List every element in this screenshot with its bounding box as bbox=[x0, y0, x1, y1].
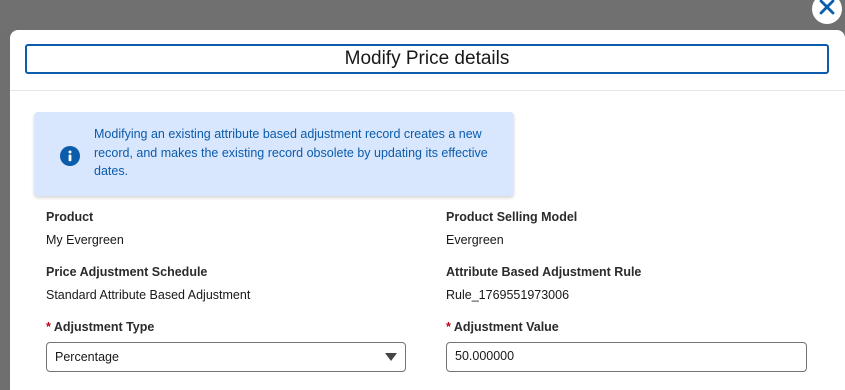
modify-price-modal: Modify Price details Modifying an existi… bbox=[10, 30, 845, 390]
attribute-based-adjustment-rule-label: Attribute Based Adjustment Rule bbox=[446, 265, 642, 279]
adjustment-type-label: * Adjustment Type bbox=[46, 320, 154, 334]
adjustment-value-input[interactable] bbox=[447, 343, 795, 369]
modal-header: Modify Price details bbox=[10, 30, 845, 91]
info-alert: Modifying an existing attribute based ad… bbox=[34, 112, 514, 196]
modal-title: Modify Price details bbox=[25, 44, 829, 74]
product-selling-model-value: Evergreen bbox=[446, 233, 504, 247]
chevron-down-icon bbox=[385, 353, 397, 361]
info-icon bbox=[60, 146, 80, 166]
required-marker: * bbox=[46, 320, 51, 334]
price-adjustment-schedule-label: Price Adjustment Schedule bbox=[46, 265, 208, 279]
adjustment-type-selected: Percentage bbox=[55, 350, 119, 364]
modal-backdrop bbox=[0, 0, 845, 30]
price-adjustment-schedule-value: Standard Attribute Based Adjustment bbox=[46, 288, 251, 302]
adjustment-value-label: * Adjustment Value bbox=[446, 320, 559, 334]
attribute-based-adjustment-rule-value: Rule_1769551973006 bbox=[446, 288, 570, 302]
info-message: Modifying an existing attribute based ad… bbox=[94, 127, 488, 178]
adjustment-type-select[interactable]: Percentage bbox=[46, 342, 406, 372]
adjustment-type-label-text: Adjustment Type bbox=[53, 320, 155, 334]
product-value: My Evergreen bbox=[46, 233, 124, 247]
required-marker: * bbox=[446, 320, 451, 334]
adjustment-value-label-text: Adjustment Value bbox=[453, 320, 559, 334]
adjustment-value-field[interactable] bbox=[446, 342, 807, 372]
product-label: Product bbox=[46, 210, 94, 224]
product-selling-model-label: Product Selling Model bbox=[446, 210, 578, 224]
close-icon bbox=[817, 0, 837, 22]
